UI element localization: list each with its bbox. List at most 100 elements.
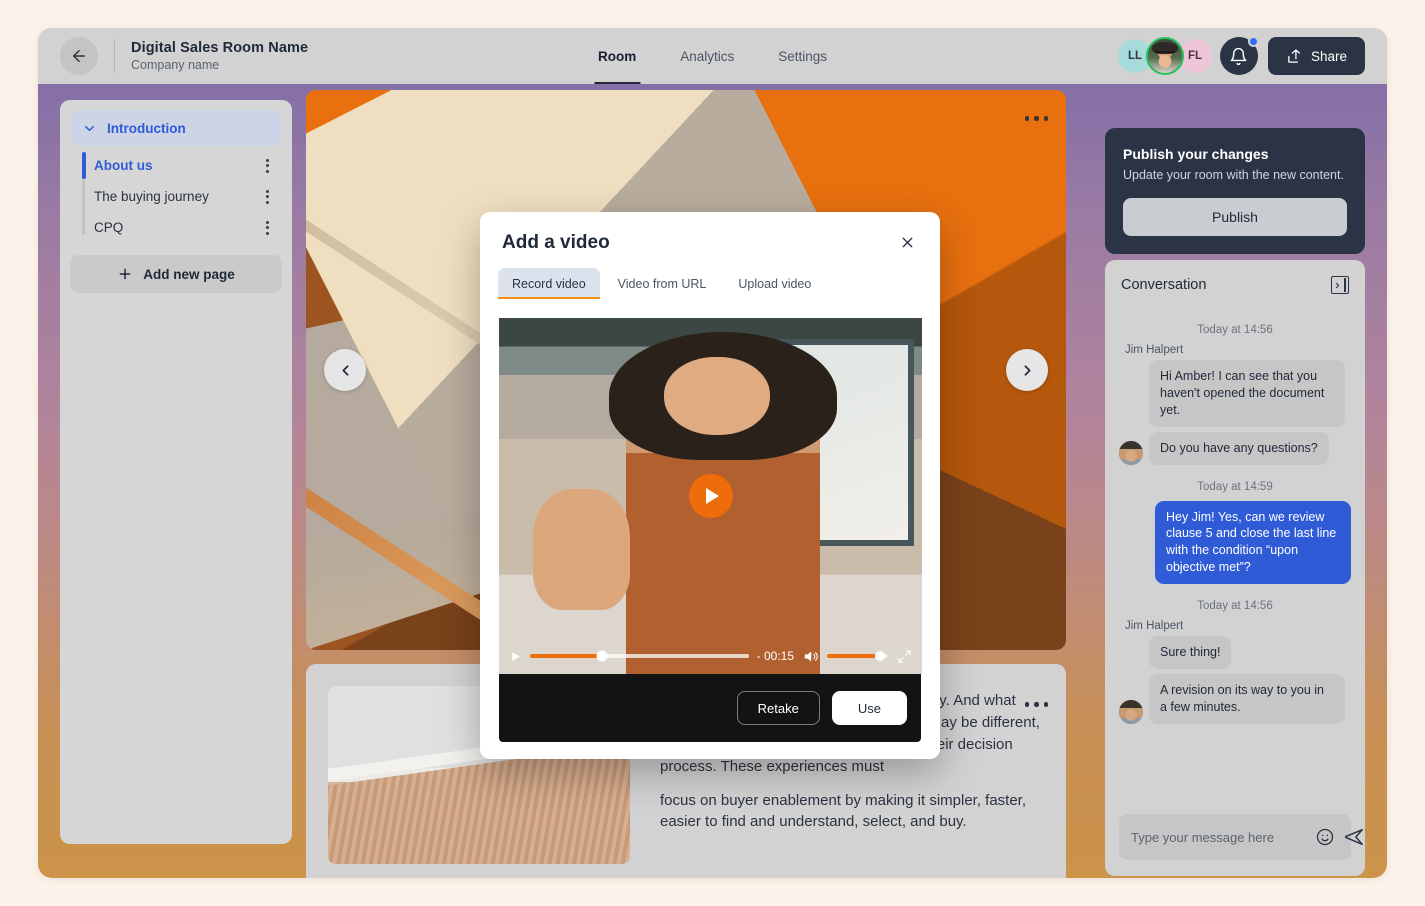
arrow-left-icon xyxy=(70,47,88,65)
volume-fill xyxy=(827,654,881,658)
more-vertical-icon[interactable] xyxy=(258,220,276,235)
company-name: Company name xyxy=(131,58,220,72)
header-actions: LL FL Share xyxy=(1117,36,1365,75)
tab-settings[interactable]: Settings xyxy=(760,28,845,84)
avatar-photo xyxy=(1119,699,1143,724)
avatar[interactable] xyxy=(1119,440,1143,465)
header-divider xyxy=(114,39,115,73)
publish-subtitle: Update your room with the new content. xyxy=(1123,168,1344,182)
sidebar-item-label: About us xyxy=(94,158,153,173)
body-paragraph: focus on buyer enablement by making it s… xyxy=(660,791,1027,831)
message-composer[interactable] xyxy=(1119,814,1363,860)
modal-tabs: Record video Video from URL Upload video xyxy=(480,254,940,299)
modal-title: Add a video xyxy=(502,232,610,253)
chevron-right-icon xyxy=(1019,362,1036,379)
video-preview[interactable]: - 00:15 xyxy=(499,318,922,674)
fullscreen-icon[interactable] xyxy=(897,649,912,664)
avatar[interactable] xyxy=(1145,37,1184,75)
avatar-photo xyxy=(1119,440,1143,465)
message-row: Sure thing! xyxy=(1119,636,1351,669)
message-bubble: Hey Jim! Yes, can we review clause 5 and… xyxy=(1155,500,1351,584)
message-row: A revision on its way to you in a few mi… xyxy=(1119,673,1351,724)
share-label: Share xyxy=(1310,48,1347,64)
play-icon[interactable] xyxy=(509,650,522,663)
video-frame-subject-face xyxy=(663,357,770,436)
message-row: Hey Jim! Yes, can we review clause 5 and… xyxy=(1119,500,1351,584)
message-timestamp: Today at 14:56 xyxy=(1197,600,1273,612)
more-vertical-icon[interactable] xyxy=(258,158,276,173)
tab-analytics[interactable]: Analytics xyxy=(662,28,752,84)
add-new-page-label: Add new page xyxy=(143,266,235,282)
message-row: Do you have any questions? xyxy=(1119,431,1351,465)
close-icon xyxy=(899,234,916,251)
seek-knob[interactable] xyxy=(596,650,608,662)
sidebar-section-label: Introduction xyxy=(107,120,186,136)
seek-fill xyxy=(530,654,603,658)
chevron-down-icon xyxy=(82,121,97,136)
sidebar-item-label: The buying journey xyxy=(94,189,209,204)
share-button[interactable]: Share xyxy=(1267,37,1365,75)
volume-slider[interactable] xyxy=(827,651,889,661)
sidebar-section-introduction[interactable]: Introduction xyxy=(70,110,282,146)
modal-footer: Retake Use xyxy=(499,674,921,742)
carousel-next-button[interactable] xyxy=(1006,349,1048,391)
add-new-page-button[interactable]: Add new page xyxy=(70,255,282,293)
page-title: Digital Sales Room Name xyxy=(131,40,309,56)
conversation-messages: Today at 14:56 Jim Halpert Hi Amber! I c… xyxy=(1105,300,1365,814)
avatar[interactable] xyxy=(1119,699,1143,724)
more-vertical-icon[interactable] xyxy=(258,189,276,204)
message-timestamp: Today at 14:56 xyxy=(1197,324,1273,336)
content-block-options-menu[interactable] xyxy=(1024,702,1048,707)
carousel-prev-button[interactable] xyxy=(324,349,366,391)
bell-icon xyxy=(1229,47,1248,66)
message-bubble: Do you have any questions? xyxy=(1149,431,1329,465)
close-button[interactable] xyxy=(897,232,918,253)
seek-slider[interactable] xyxy=(530,650,749,662)
publish-button[interactable]: Publish xyxy=(1123,198,1347,236)
avatar-photo-glasses xyxy=(1154,51,1176,55)
tab-room[interactable]: Room xyxy=(580,28,654,84)
hero-options-menu[interactable] xyxy=(1024,116,1048,121)
add-video-modal: Add a video Record video Video from URL … xyxy=(480,212,940,759)
main-nav: Room Analytics Settings xyxy=(580,28,845,84)
notifications-button[interactable] xyxy=(1219,36,1259,75)
share-icon xyxy=(1286,48,1303,65)
tab-video-from-url[interactable]: Video from URL xyxy=(604,268,721,299)
message-bubble: A revision on its way to you in a few mi… xyxy=(1149,673,1345,724)
send-icon[interactable] xyxy=(1343,826,1365,848)
message-row: Hi Amber! I can see that you haven't ope… xyxy=(1119,360,1351,427)
use-button[interactable]: Use xyxy=(831,691,907,725)
volume-knob[interactable] xyxy=(875,651,886,661)
sidebar-item-about-us[interactable]: About us xyxy=(82,150,282,181)
play-button[interactable] xyxy=(688,474,733,518)
video-controls: - 00:15 xyxy=(499,638,922,674)
conversation-title: Conversation xyxy=(1121,277,1207,293)
smiley-icon[interactable] xyxy=(1315,827,1335,847)
pages-sidebar: Introduction About us The buying journey… xyxy=(60,100,292,844)
chevron-left-icon xyxy=(337,362,354,379)
publish-title: Publish your changes xyxy=(1123,146,1269,162)
volume-icon[interactable] xyxy=(802,648,819,665)
message-bubble: Hi Amber! I can see that you haven't ope… xyxy=(1149,360,1345,427)
back-button[interactable] xyxy=(60,37,98,75)
sidebar-page-list: About us The buying journey CPQ xyxy=(70,150,282,243)
sidebar-item-cpq[interactable]: CPQ xyxy=(84,212,282,243)
top-bar: Digital Sales Room Name Company name Roo… xyxy=(38,28,1387,84)
conversation-panel: Conversation Today at 14:56 Jim Halpert … xyxy=(1105,260,1365,876)
panel-collapse-icon[interactable] xyxy=(1331,276,1349,294)
message-sender: Jim Halpert xyxy=(1125,344,1184,356)
room-identity: Digital Sales Room Name Company name xyxy=(131,40,308,72)
tab-record-video[interactable]: Record video xyxy=(498,268,600,299)
screen: Digital Sales Room Name Company name Roo… xyxy=(0,0,1425,906)
message-bubble: Sure thing! xyxy=(1149,636,1232,669)
sidebar-item-the-buying-journey[interactable]: The buying journey xyxy=(84,181,282,212)
plus-icon xyxy=(117,266,133,282)
modal-header: Add a video xyxy=(480,212,940,254)
retake-button[interactable]: Retake xyxy=(736,691,820,725)
message-input[interactable] xyxy=(1131,829,1307,845)
sidebar-item-label: CPQ xyxy=(94,220,124,235)
message-sender: Jim Halpert xyxy=(1125,620,1184,632)
publish-panel: Publish your changes Update your room wi… xyxy=(1105,128,1365,254)
video-frame-subject-hand xyxy=(532,488,631,610)
tab-upload-video[interactable]: Upload video xyxy=(724,268,825,299)
